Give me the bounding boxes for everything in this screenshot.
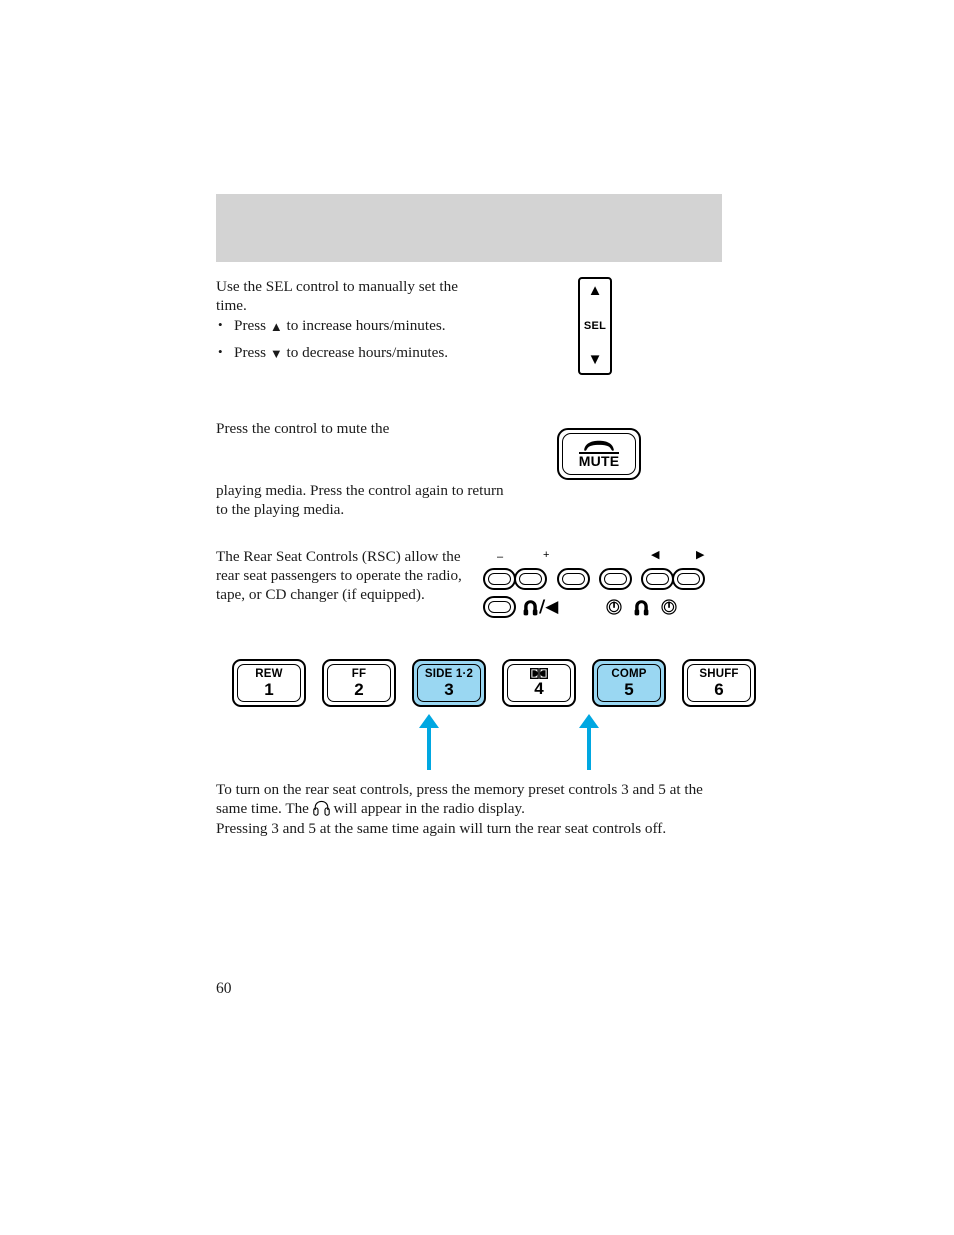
triangle-up-icon: ▲ (269, 319, 283, 334)
headphone-small-icon (523, 599, 538, 615)
rsc-media-button[interactable] (557, 568, 590, 590)
rsc-bottom-row: /◀ (483, 596, 677, 618)
preset-button-5-inner: COMP 5 (597, 664, 661, 702)
rsc-activation-text-after: will appear in the radio display. (333, 800, 525, 818)
sel-bullet-increase: Press ▲ to increase hours/minutes. (216, 315, 484, 335)
telephone-handset-icon (584, 440, 614, 451)
rsc-seek-left-button[interactable] (641, 568, 674, 590)
mute-text-before: Press the control to mute the (216, 420, 390, 437)
preset-button-5[interactable]: COMP 5 (592, 659, 666, 707)
sel-bullet-increase-suffix: to increase hours/minutes. (286, 317, 446, 334)
preset-button-5-number: 5 (624, 679, 634, 699)
section-header-band (216, 194, 722, 262)
preset-button-6-number: 6 (714, 679, 724, 699)
mute-button-label: MUTE (578, 452, 620, 469)
preset-button-4[interactable]: 4 (502, 659, 576, 707)
seek-left-mark-icon: ◀ (651, 549, 660, 561)
triangle-down-icon: ▼ (269, 346, 283, 362)
volume-minus-mark-icon: – (497, 551, 504, 563)
preset-button-4-inner: 4 (507, 664, 571, 702)
sel-bullet-increase-prefix: Press (234, 317, 267, 334)
memory-preset-button-row: REW 1 FF 2 SIDE 1·2 3 4 COMP 5 SHUFF 6 (232, 659, 756, 707)
preset-button-3-inner: SIDE 1·2 3 (417, 664, 481, 702)
preset-button-5-label: COMP (611, 667, 647, 680)
rsc-activation-paragraph: To turn on the rear seat controls, press… (216, 780, 716, 818)
preset-button-3[interactable]: SIDE 1·2 3 (412, 659, 486, 707)
headphone-icon (634, 599, 649, 615)
section-header-title (216, 194, 722, 210)
preset-button-3-label: SIDE 1·2 (424, 667, 474, 680)
preset-button-2[interactable]: FF 2 (322, 659, 396, 707)
dolby-icon (530, 668, 548, 679)
sel-bullet-list: Press ▲ to increase hours/minutes. Press… (216, 315, 484, 371)
preset-button-1-inner: REW 1 (237, 664, 301, 702)
sel-rocker-control[interactable]: ▲ SEL ▼ (578, 277, 612, 375)
rsc-deactivation-paragraph: Pressing 3 and 5 at the same time again … (216, 820, 667, 837)
rsc-volume-up-button[interactable] (514, 568, 547, 590)
preset-button-1-label: REW (255, 667, 283, 680)
page-number: 60 (216, 980, 232, 997)
power-right-icon (661, 599, 677, 615)
callout-arrow-preset-5-icon (579, 714, 599, 770)
preset-button-2-label: FF (351, 667, 367, 680)
sel-up-arrow-icon[interactable]: ▲ (588, 284, 603, 299)
rsc-description-text: The Rear Seat Controls (RSC) allow the r… (216, 548, 462, 604)
mute-text-after: playing media. Press the control again t… (216, 482, 504, 519)
preset-button-6-label: SHUFF (699, 667, 739, 680)
rsc-volume-down-button[interactable] (483, 568, 516, 590)
rsc-mode-button[interactable] (599, 568, 632, 590)
seek-right-mark-icon: ▶ (696, 549, 705, 561)
preset-button-2-inner: FF 2 (327, 664, 391, 702)
sel-down-arrow-icon[interactable]: ▼ (588, 353, 603, 368)
callout-arrow-preset-3-icon (419, 714, 439, 770)
sel-bullet-decrease-suffix: to decrease hours/minutes. (286, 344, 449, 362)
preset-button-4-number: 4 (534, 679, 544, 698)
sel-control-label: SEL (583, 320, 607, 332)
manual-page: Use the SEL control to manually set the … (0, 0, 954, 1235)
rsc-headphone-button[interactable] (483, 596, 516, 618)
rsc-volume-rocker[interactable] (483, 568, 547, 590)
rsc-seek-right-button[interactable] (672, 568, 705, 590)
sel-bullet-decrease: Press ▼ to decrease hours/minutes. (216, 342, 484, 362)
rear-seat-control-panel: – + ◀ ▶ /◀ (483, 546, 723, 624)
preset-button-1-number: 1 (264, 679, 274, 699)
rsc-panel-marks: – + ◀ ▶ (483, 548, 723, 566)
preset-button-2-number: 2 (354, 679, 364, 699)
sel-intro-text: Use the SEL control to manually set the … (216, 278, 458, 315)
headphone-outline-icon (312, 801, 330, 816)
sel-bullet-decrease-prefix: Press (234, 344, 267, 362)
rsc-seek-rocker[interactable] (641, 568, 705, 590)
preset-button-6[interactable]: SHUFF 6 (682, 659, 756, 707)
headphone-slash-left-label: /◀ (539, 596, 559, 617)
mute-button-inner: MUTE (562, 433, 636, 475)
preset-button-3-number: 3 (444, 679, 454, 699)
mute-button-illustration[interactable]: MUTE (557, 428, 641, 480)
preset-button-6-inner: SHUFF 6 (687, 664, 751, 702)
power-left-icon (606, 599, 622, 615)
rsc-top-button-row (483, 568, 705, 590)
volume-plus-mark-icon: + (543, 549, 550, 561)
preset-button-1[interactable]: REW 1 (232, 659, 306, 707)
